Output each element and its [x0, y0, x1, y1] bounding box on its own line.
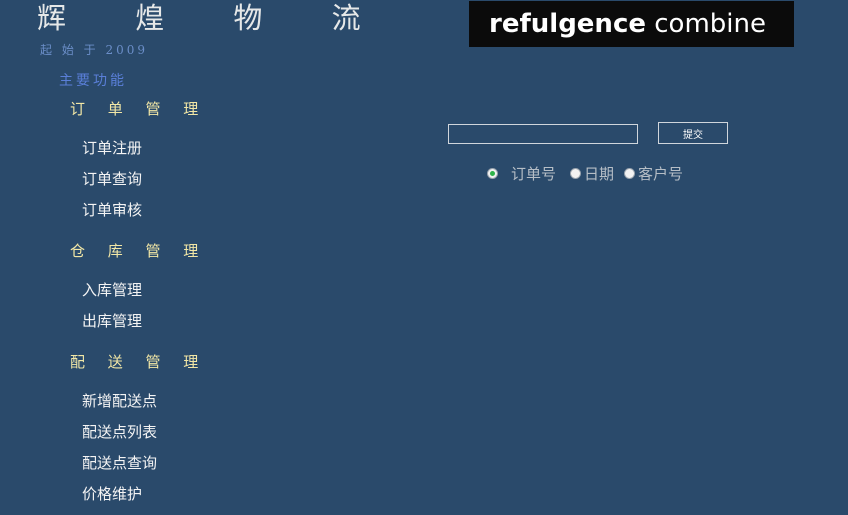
radio-order-number[interactable]: 订单号 [487, 163, 556, 184]
menu-link-delivery-point-query[interactable]: 配送点查询 [82, 452, 157, 473]
section-title-orders: 订 单 管 理 [70, 100, 208, 118]
menu-link-order-query[interactable]: 订单查询 [82, 168, 142, 189]
menu-link-order-register[interactable]: 订单注册 [82, 137, 142, 158]
menu-link-order-review[interactable]: 订单审核 [82, 199, 142, 220]
search-type-radio-group: 订单号 日期 客户号 [487, 163, 683, 184]
menu-link-stock-out[interactable]: 出库管理 [82, 310, 142, 331]
menu-link-add-delivery-point[interactable]: 新增配送点 [82, 390, 157, 411]
radio-label-customer-number: 客户号 [638, 165, 684, 183]
radio-button-checked[interactable] [487, 168, 498, 179]
radio-label-order-number: 订单号 [511, 165, 557, 183]
logo-text-bold: refulgence [489, 9, 646, 39]
section-title-warehouse: 仓 库 管 理 [70, 242, 208, 260]
submit-button[interactable]: 提交 [658, 122, 728, 144]
search-input[interactable] [448, 124, 638, 144]
radio-button[interactable] [624, 168, 636, 179]
radio-label-date: 日期 [584, 165, 615, 183]
radio-date[interactable]: 日期 [570, 163, 614, 184]
logo-text-light: combine [654, 9, 766, 39]
menu-link-stock-in[interactable]: 入库管理 [82, 279, 142, 300]
menu-link-price-maintenance[interactable]: 价格维护 [82, 483, 142, 504]
menu-heading: 主要功能 [59, 73, 127, 89]
brand-logo: refulgence combine [469, 1, 794, 47]
site-subtitle: 起 始 于 2009 [40, 43, 148, 57]
menu-link-delivery-point-list[interactable]: 配送点列表 [82, 421, 157, 442]
section-title-delivery: 配 送 管 理 [70, 353, 208, 371]
radio-button[interactable] [570, 168, 582, 179]
radio-customer-number[interactable]: 客户号 [624, 163, 683, 184]
site-title: 辉 煌 物 流 [37, 1, 391, 35]
